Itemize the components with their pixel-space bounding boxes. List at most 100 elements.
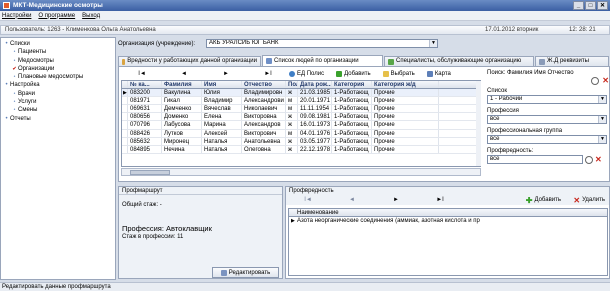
table-row[interactable]: 080656 Доменко Елена Викторовна ж 09.08.1981 1… — [122, 113, 480, 122]
select-button[interactable]: Выбрать — [382, 71, 415, 77]
minimize-button[interactable]: _ — [573, 1, 584, 10]
bullet-icon: • — [5, 115, 8, 122]
delete-hazard-button[interactable]: ✕ Удалить — [573, 196, 605, 205]
nav-last-button[interactable]: ►I — [247, 71, 289, 77]
add-hazard-button[interactable]: ✚ Добавить — [526, 196, 561, 205]
table-cell: Александров — [242, 121, 286, 129]
policy-button[interactable]: ЕД Полис — [289, 71, 324, 77]
table-cell: Юлия — [202, 89, 242, 97]
nav-first-button[interactable]: I◄ — [121, 71, 163, 77]
hazard-nav-prev-button[interactable]: ◄ — [330, 197, 374, 203]
col-middle-name[interactable]: Отчество — [242, 81, 286, 89]
table-cell: Лабусова — [162, 121, 202, 129]
maximize-button[interactable]: □ — [585, 1, 596, 10]
sidebar-item-reports[interactable]: • Отчеты — [3, 115, 113, 123]
status-bar: Редактировать данные профмаршрута — [0, 282, 610, 291]
bullet-icon: • — [13, 107, 16, 114]
table-cell: Прочие — [372, 89, 439, 97]
horizontal-scrollbar[interactable] — [121, 168, 481, 176]
search-label: Поиск: Фамилия Имя Отчество — [487, 70, 574, 76]
sidebar-item-doctors[interactable]: • Врачи — [3, 90, 113, 98]
scroll-thumb[interactable] — [130, 170, 170, 175]
table-cell: 1-Работающ — [332, 97, 372, 105]
hazard-nav-last-button[interactable]: ►I — [418, 197, 462, 203]
table-row[interactable]: 085632 Миронец Наталья Анатольевна ж 03.05.19… — [122, 137, 480, 146]
table-row[interactable]: 084895 Нечина Наталья Олеговна ж 22.12.1978 1-… — [122, 145, 480, 154]
nav-next-button[interactable]: ► — [205, 71, 247, 77]
table-cell: ж — [286, 137, 298, 145]
table-cell: Викторович — [242, 129, 286, 137]
menu-settings[interactable]: Настройки — [2, 13, 31, 19]
menu-about[interactable]: О программе — [38, 13, 75, 19]
table-cell: Олеговна — [242, 145, 286, 153]
table-row[interactable]: 081971 Гикал Владимир Александрови м 20.01.19… — [122, 97, 480, 106]
clear-search-icon[interactable]: ✕ — [602, 77, 609, 85]
table-cell: 04.01.1976 — [300, 129, 332, 137]
menu-exit[interactable]: Выход — [82, 13, 100, 19]
chevron-down-icon: ▼ — [598, 136, 606, 143]
col-rail-category[interactable]: Категория ж/д — [372, 81, 439, 89]
sidebar-item-planned-checkups[interactable]: • Плановые медосмотры — [3, 73, 113, 81]
user-info-bar: Пользователь: 1263 - Клименкова Ольга Ан… — [0, 25, 610, 35]
table-row[interactable]: ▶ Азота неорганические соединения (аммиа… — [289, 217, 607, 225]
vertical-scrollbar[interactable] — [476, 81, 481, 166]
search-icon[interactable] — [591, 77, 600, 85]
table-row[interactable]: 070796 Лабусова Марина Александров ж 16.01.19… — [122, 121, 480, 130]
card-button[interactable]: Карта — [426, 71, 451, 77]
tab-specialists[interactable]: Специалисты, обслуживающие организацию — [384, 56, 534, 66]
profession-experience: Стаж в профессии: 11 — [122, 234, 184, 240]
table-cell: Доменко — [162, 113, 202, 121]
table-cell: 088426 — [128, 129, 162, 137]
sidebar-item-checkups[interactable]: • Медосмотры — [3, 57, 113, 65]
table-cell: 070796 — [128, 121, 162, 129]
tab-people-list[interactable]: Список людей по организации — [262, 55, 383, 66]
table-cell: Прочие — [372, 129, 439, 137]
table-cell: ж — [286, 89, 298, 97]
table-cell: Нечина — [162, 145, 202, 153]
window-titlebar: МКТ-Медицинские осмотры _ □ ✕ — [0, 0, 610, 11]
prof-group-select[interactable]: все ▼ — [487, 135, 607, 144]
table-cell: Вакулина — [162, 89, 202, 97]
col-birth-date[interactable]: Дата рож... — [298, 81, 332, 89]
edit-profroute-button[interactable]: Редактировать — [212, 267, 279, 278]
table-cell: 22.12.1978 — [300, 145, 332, 153]
checkmark-icon: ✔ — [12, 65, 17, 72]
table-cell: Прочие — [372, 121, 439, 129]
hazard-column-header[interactable]: Наименование — [289, 209, 607, 217]
profession-select[interactable]: все ▼ — [487, 115, 607, 124]
current-date: 17.01.2012 вторник — [485, 27, 539, 33]
table-cell: Лутков — [162, 129, 202, 137]
add-person-button[interactable]: Добавить — [336, 71, 371, 77]
col-first-name[interactable]: Имя — [202, 81, 242, 89]
list-select[interactable]: 1 - Рабочий ▼ — [487, 95, 607, 104]
col-category[interactable]: Категория — [332, 81, 372, 89]
tab-hazards[interactable]: Вредности у работающих данной организаци… — [118, 56, 261, 66]
table-row[interactable]: 069631 Демченко Вячеслав Николаевич м 11.11.1… — [122, 105, 480, 114]
sidebar-item-organizations[interactable]: ✔ Организации — [3, 65, 113, 73]
table-cell: 080656 — [128, 113, 162, 121]
window-title: МКТ-Медицинские осмотры — [13, 2, 103, 9]
col-last-name[interactable]: Фамилия — [162, 81, 202, 89]
clear-hazard-icon[interactable]: ✕ — [595, 155, 602, 164]
sidebar-item-shifts[interactable]: • Смены — [3, 106, 113, 114]
sidebar-item-patients[interactable]: • Пациенты — [3, 48, 113, 56]
search-icon[interactable] — [585, 155, 593, 164]
sidebar-item-lists[interactable]: • Списки — [3, 40, 113, 48]
table-cell: Елена — [202, 113, 242, 121]
nav-prev-button[interactable]: ◄ — [163, 71, 205, 77]
profession-value: Профессия: Автоклавщик — [122, 224, 212, 233]
close-button[interactable]: ✕ — [597, 1, 608, 10]
col-card-number[interactable]: № ка... — [128, 81, 162, 89]
organization-select[interactable]: АКБ УРАЛСИБ ЮГ БАНК ▼ — [206, 39, 438, 48]
filter-panel: Поиск: Фамилия Имя Отчество ✕ Список 1 -… — [487, 69, 609, 181]
sidebar-item-settings[interactable]: • Настройка — [3, 81, 113, 89]
hazard-nav-first-button[interactable]: I◄ — [286, 197, 330, 203]
table-row[interactable]: ▶ 083200 Вакулина Юлия Владимировн ж 21.03.198… — [122, 89, 480, 98]
bullet-icon: • — [13, 49, 16, 56]
col-sex[interactable]: Пол — [286, 81, 298, 89]
tab-railway-details[interactable]: Ж.Д реквизиты — [535, 56, 609, 66]
hazard-nav-next-button[interactable]: ► — [374, 197, 418, 203]
hazard-filter-input[interactable]: все — [487, 155, 583, 164]
table-row[interactable]: 088426 Лутков Алексей Викторович м 04.01.1976… — [122, 129, 480, 138]
sidebar-item-services[interactable]: • Услуги — [3, 98, 113, 106]
